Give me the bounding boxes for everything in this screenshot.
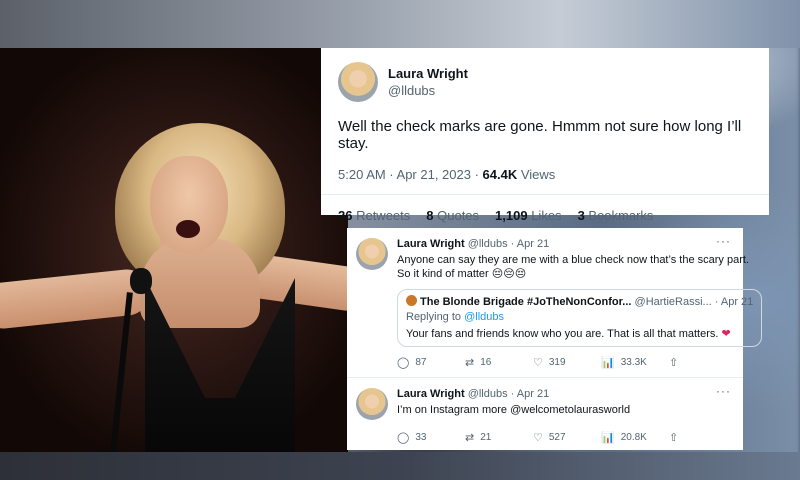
reply-tweet[interactable]: ··· Laura Wright @lldubs · Apr 21 I’m on… — [347, 377, 743, 452]
main-tweet-card: Laura Wright @lldubs Well the check mark… — [321, 48, 769, 223]
more-options-icon[interactable]: ··· — [716, 384, 731, 398]
replies-card: ··· Laura Wright @lldubs · Apr 21 Anyone… — [347, 228, 763, 452]
quoted-meta: @HartieRassi... · Apr 21 — [631, 296, 754, 308]
reply-text: I’m on Instagram more @welcometolauraswo… — [397, 404, 631, 416]
reply-text: Anyone can say they are me with a blue c… — [397, 254, 749, 280]
tweet-text: Well the check marks are gone. Hmmm not … — [338, 118, 742, 152]
reply-author-name[interactable]: Laura Wright — [397, 388, 465, 400]
replies-count: 33 — [415, 432, 427, 443]
reply-content: Laura Wright @lldubs · Apr 21 I’m on Ins… — [356, 388, 733, 452]
author-name[interactable]: Laura Wright — [388, 66, 468, 81]
replying-to-handle[interactable]: @lldubs — [464, 311, 504, 323]
reply-button[interactable]: ◯ 87 — [397, 356, 465, 369]
avatar[interactable] — [338, 62, 378, 102]
share-icon: ⇧ — [669, 432, 679, 444]
speaker-photo — [0, 48, 348, 452]
reply-body: Laura Wright @lldubs · Apr 21 I’m on Ins… — [397, 388, 737, 452]
likes-count: 527 — [548, 432, 566, 443]
quoted-text: Your fans and friends know who you are. … — [406, 327, 753, 340]
reply-actions: ◯ 87 ⇄ 16 ♡ 319 📊 33.3K ⇧ — [397, 356, 764, 377]
like-icon: ♡ — [533, 432, 543, 444]
likes-count: 1,109 — [495, 208, 528, 223]
reply-content: Laura Wright @lldubs · Apr 21 Anyone can… — [356, 238, 763, 377]
photo-face — [150, 156, 228, 254]
author-handle[interactable]: @lldubs — [388, 83, 468, 98]
more-options-icon[interactable]: ··· — [716, 234, 731, 248]
views-icon: 📊 — [601, 357, 615, 369]
views-button[interactable]: 📊 33.3K — [601, 356, 669, 369]
likes-count: 319 — [548, 357, 566, 368]
tweet-meta: 5:20 AM · Apr 21, 2023 · 64.4K Views — [338, 167, 752, 182]
retweet-icon: ⇄ — [465, 357, 475, 369]
replying-to-label: Replying to — [406, 311, 465, 323]
reply-header: Laura Wright @lldubs · Apr 21 — [397, 388, 737, 400]
views-count: 20.8K — [620, 432, 647, 443]
like-icon: ♡ — [533, 357, 543, 369]
quotes-count: 8 — [426, 208, 434, 223]
reply-actions: ◯ 33 ⇄ 21 ♡ 527 📊 20.8K ⇧ — [397, 431, 737, 452]
share-button[interactable]: ⇧ — [669, 356, 737, 369]
avatar[interactable] — [356, 238, 388, 270]
views-icon: 📊 — [601, 432, 615, 444]
reply-body: Laura Wright @lldubs · Apr 21 Anyone can… — [397, 238, 764, 377]
quoted-author-name: The Blonde Brigade #JoTheNonConfor... — [420, 296, 632, 308]
retweets-count: 21 — [480, 432, 492, 443]
replies-count: 87 — [415, 357, 427, 368]
divider — [321, 194, 769, 195]
microphone — [130, 268, 152, 294]
retweet-button[interactable]: ⇄ 16 — [465, 356, 533, 369]
retweet-icon: ⇄ — [465, 432, 475, 444]
quotes-label: Quotes — [433, 208, 480, 223]
reply-header: Laura Wright @lldubs · Apr 21 — [397, 238, 764, 250]
quoted-avatar-icon — [406, 295, 417, 306]
views-count: 33.3K — [620, 357, 647, 368]
photo-mouth — [176, 220, 200, 238]
views-count: 64.4K — [482, 167, 518, 182]
replying-to: Replying to @lldubs — [406, 311, 753, 323]
author-name-block: Laura Wright @lldubs — [388, 66, 468, 98]
likes-stat[interactable]: 1,109 Likes — [495, 208, 562, 223]
reply-meta[interactable]: @lldubs · Apr 21 — [465, 238, 550, 250]
reply-author-name[interactable]: Laura Wright — [397, 238, 465, 250]
quotes-stat[interactable]: 8 Quotes — [426, 208, 479, 223]
reply-icon: ◯ — [397, 432, 410, 444]
views-label: Views — [517, 167, 556, 182]
quoted-text-body: Your fans and friends know who you are. … — [406, 328, 722, 340]
tweet-timestamp[interactable]: 5:20 AM · Apr 21, 2023 · — [338, 167, 483, 182]
bookmarks-label: Bookmarks — [584, 208, 654, 223]
retweets-stat[interactable]: 26 Retweets — [338, 208, 410, 223]
tweet-author[interactable]: Laura Wright @lldubs — [338, 62, 752, 102]
bookmarks-stat[interactable]: 3 Bookmarks — [578, 208, 654, 223]
share-icon: ⇧ — [669, 357, 679, 369]
like-button[interactable]: ♡ 319 — [533, 356, 601, 369]
heart-icon: ❤ — [721, 328, 731, 340]
avatar[interactable] — [356, 388, 388, 420]
retweets-count: 16 — [480, 357, 492, 368]
quoted-header: The Blonde Brigade #JoTheNonConfor... @H… — [406, 295, 753, 308]
retweets-count: 26 — [338, 208, 353, 223]
share-button[interactable]: ⇧ — [669, 431, 737, 444]
views-button[interactable]: 📊 20.8K — [601, 431, 669, 444]
reply-tweet[interactable]: ··· Laura Wright @lldubs · Apr 21 Anyone… — [347, 228, 763, 377]
likes-label: Likes — [527, 208, 562, 223]
retweet-button[interactable]: ⇄ 21 — [465, 431, 533, 444]
tweet-stats: 26 Retweets 8 Quotes 1,109 Likes 3 Bookm… — [338, 208, 752, 223]
like-button[interactable]: ♡ 527 — [533, 431, 601, 444]
retweets-label: Retweets — [352, 208, 411, 223]
reply-icon: ◯ — [397, 357, 410, 369]
quoted-tweet[interactable]: The Blonde Brigade #JoTheNonConfor... @H… — [397, 289, 763, 347]
reply-meta[interactable]: @lldubs · Apr 21 — [465, 388, 550, 400]
reply-button[interactable]: ◯ 33 — [397, 431, 465, 444]
bookmarks-count: 3 — [577, 208, 585, 223]
background-bottom-band — [0, 452, 800, 480]
background-top-band — [0, 0, 800, 48]
